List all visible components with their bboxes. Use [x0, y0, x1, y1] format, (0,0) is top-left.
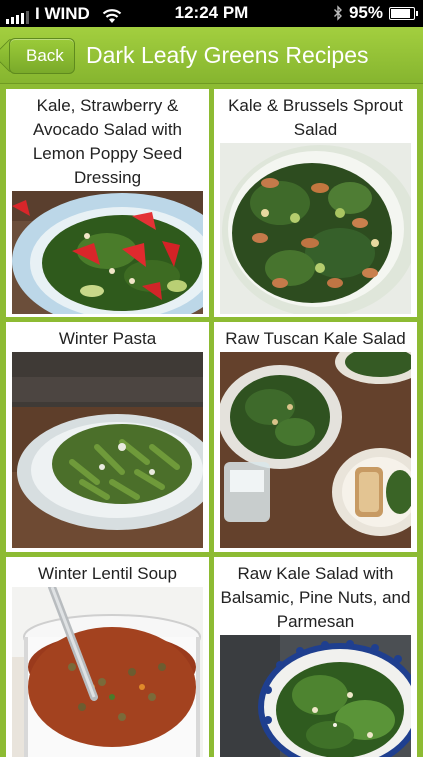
back-button[interactable]: Back: [9, 38, 75, 74]
recipe-photo: [220, 635, 411, 757]
recipe-photo: [220, 143, 411, 314]
battery-icon: [389, 6, 418, 20]
recipe-title: Raw Kale Salad with Balsamic, Pine Nuts,…: [220, 564, 411, 631]
recipe-title: Winter Lentil Soup: [38, 564, 177, 583]
recipe-card[interactable]: Kale & Brussels Sprout Salad: [214, 89, 417, 317]
navigation-bar: Back Dark Leafy Greens Recipes: [0, 27, 423, 84]
recipe-photo: [12, 352, 203, 548]
recipe-card[interactable]: Winter Lentil Soup: [6, 557, 209, 757]
recipe-title: Kale & Brussels Sprout Salad: [228, 96, 403, 139]
recipe-card[interactable]: Raw Tuscan Kale Salad: [214, 322, 417, 552]
recipe-card[interactable]: Winter Pasta: [6, 322, 209, 552]
recipe-photo: [12, 191, 203, 314]
battery-percentage: 95%: [348, 3, 383, 22]
recipe-photo: [12, 587, 203, 757]
recipe-title: Winter Pasta: [58, 329, 157, 348]
recipe-title: Kale, Strawberry & Avocado Salad with Le…: [32, 96, 183, 187]
recipe-card[interactable]: Raw Kale Salad with Balsamic, Pine Nuts,…: [214, 557, 417, 757]
battery-fill: [391, 8, 410, 18]
recipe-title: Raw Tuscan Kale Salad: [225, 329, 406, 348]
page-title: Dark Leafy Greens Recipes: [86, 42, 369, 68]
recipe-photo: [220, 352, 411, 548]
status-bar: I WIND 12:24 PM 95%: [0, 0, 423, 27]
recipe-card[interactable]: Kale, Strawberry & Avocado Salad with Le…: [6, 89, 209, 317]
bluetooth-icon: [333, 5, 342, 21]
recipe-grid: Kale, Strawberry & Avocado Salad with Le…: [0, 84, 423, 757]
